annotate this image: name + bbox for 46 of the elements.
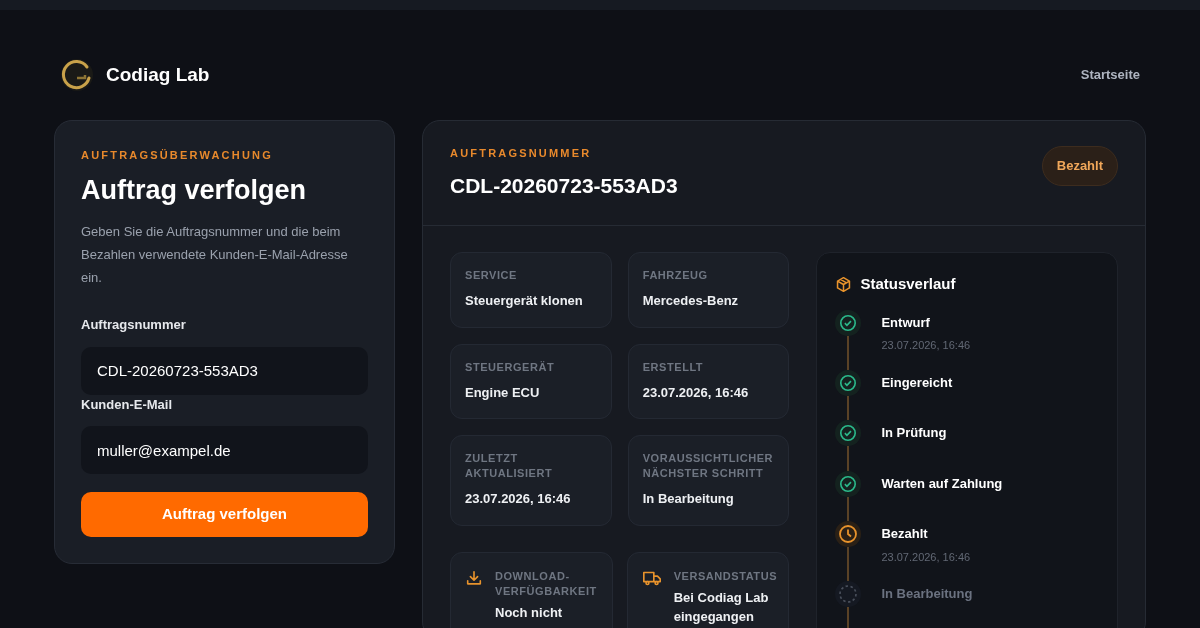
status-value: Bei Codiag Lab eingegangen	[673, 588, 770, 626]
status-badge: Bezahlt	[1041, 146, 1118, 186]
detail-value: Engine ECU	[465, 383, 541, 402]
step-time: 23.07.2026, 16:46	[881, 549, 971, 565]
step-label: Entwurf	[881, 313, 931, 332]
detail-label: VORAUSSICHTLICHER NÄCHSTER SCHRITT	[642, 451, 775, 481]
detail-value: Mercedes-Benz	[642, 292, 740, 310]
dashed-circle-icon	[838, 584, 859, 604]
check-circle-icon	[839, 313, 858, 332]
check-circle-icon	[839, 474, 858, 493]
download-icon	[465, 568, 483, 587]
field-label: Kunden-E-Mail	[81, 395, 173, 414]
detail-value: 23.07.2026, 16:46	[465, 490, 572, 508]
nav-link[interactable]: Startseite	[1080, 65, 1140, 85]
detail-label: STEUERGERÄT	[465, 359, 556, 375]
step-label: Eingereicht	[881, 373, 953, 392]
detail-label: ZULETZT AKTUALISIERT	[465, 451, 554, 481]
form-description: Geben Sie die Auftragsnummer und die beim Bezahlen verwendete Kunden-E-Mail-Adresse ein.	[81, 223, 349, 287]
detail-label: FAHRZEUG	[642, 268, 709, 283]
brand-name: Codiag Lab	[106, 62, 210, 87]
detail-value: 23.07.2026, 16:46	[642, 383, 750, 402]
step-label: Bezahlt	[881, 525, 929, 543]
detail-value: In Bearbeitung	[642, 490, 735, 508]
detail-label: ERSTELLT	[642, 359, 705, 375]
package-icon	[835, 275, 853, 293]
input-field[interactable]: muller@exampel.de	[81, 426, 368, 474]
step-time: 23.07.2026, 16:46	[881, 338, 971, 353]
status-label: VERSANDSTATUS	[673, 568, 778, 584]
order-number: CDL-20260723-553AD3	[450, 172, 678, 199]
status-label: DOWNLOAD-VERFÜGBARKEIT	[495, 568, 598, 599]
form-title: Auftrag verfolgen	[81, 173, 308, 207]
field-label: Auftragsnummer	[81, 316, 187, 334]
check-circle-icon	[839, 424, 858, 442]
timeline-title: Statusverlauf	[860, 274, 956, 294]
detail-value: Steuergerät klonen	[465, 292, 584, 310]
step-label: In Bearbeitung	[881, 585, 973, 603]
clock-icon	[838, 524, 859, 544]
step-label: Warten auf Zahlung	[881, 474, 1003, 493]
eyebrow-label: AUFTRAGSÜBERWACHUNG	[81, 148, 274, 163]
status-value: Noch nicht	[495, 603, 564, 622]
logo-icon	[60, 58, 94, 92]
eyebrow-label: AUFTRAGSNUMMER	[450, 146, 593, 161]
check-circle-icon	[839, 373, 858, 392]
input-field[interactable]: CDL-20260723-553AD3	[81, 346, 368, 395]
step-label: In Prüfung	[881, 424, 947, 442]
detail-label: SERVICE	[465, 268, 518, 283]
